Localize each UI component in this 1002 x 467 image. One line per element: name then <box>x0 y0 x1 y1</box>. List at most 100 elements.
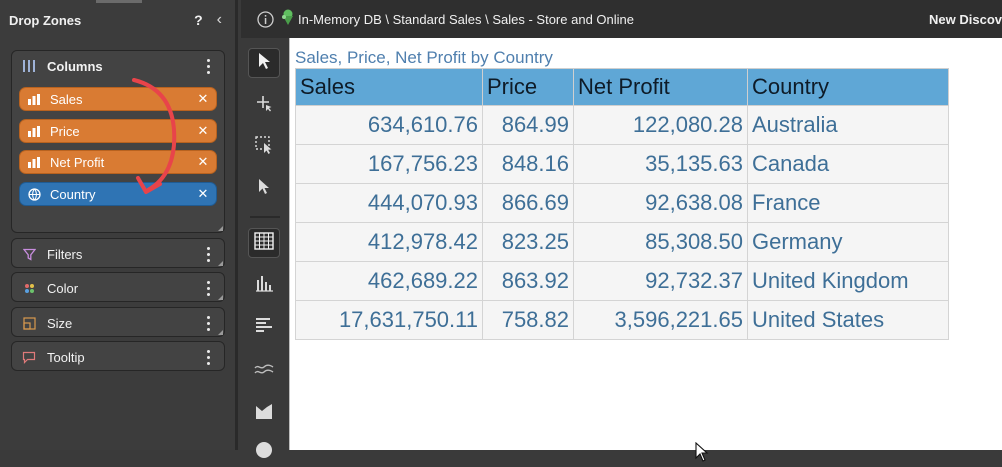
table-row[interactable]: 444,070.93 866.69 92,638.08 France <box>295 183 949 223</box>
data-model-icon <box>280 8 296 31</box>
resize-corner-icon <box>218 330 223 335</box>
columns-drop-zone[interactable]: Columns Sales ✕ Price ✕ Net Profit ✕ Cou… <box>11 50 225 233</box>
cell-country[interactable]: Germany <box>747 222 949 262</box>
grid-chart-icon <box>254 231 274 255</box>
bar-chart-button[interactable] <box>248 270 280 300</box>
column-header-country[interactable]: Country <box>747 68 949 106</box>
cell-net-profit[interactable]: 92,732.37 <box>573 261 748 301</box>
select-arrow-icon <box>257 52 271 75</box>
remove-sales-icon[interactable]: ✕ <box>196 91 210 107</box>
area-chart-button[interactable] <box>248 398 280 428</box>
pie-chart-icon <box>254 440 274 463</box>
visual-title[interactable]: Sales, Price, Net Profit by Country <box>295 48 553 68</box>
size-menu-button[interactable] <box>200 313 216 333</box>
table-row[interactable]: 634,610.76 864.99 122,080.28 Australia <box>295 105 949 145</box>
table-row[interactable]: 462,689.22 863.92 92,732.37 United Kingd… <box>295 261 949 301</box>
help-button[interactable]: ? <box>194 12 203 28</box>
data-grid-table[interactable]: Sales Price Net Profit Country 634,610.7… <box>295 68 949 340</box>
color-label: Color <box>47 280 79 296</box>
remove-country-icon[interactable]: ✕ <box>196 186 210 202</box>
panel-resize-handle[interactable] <box>96 0 142 3</box>
cell-sales[interactable]: 462,689.22 <box>295 261 483 301</box>
measure-bar-icon <box>27 124 41 138</box>
pointer-select-icon <box>256 178 272 201</box>
cell-price[interactable]: 866.69 <box>482 183 574 223</box>
cell-sales[interactable]: 634,610.76 <box>295 105 483 145</box>
cell-price[interactable]: 864.99 <box>482 105 574 145</box>
collapse-panel-icon[interactable]: ‹ <box>217 11 222 29</box>
color-drop-zone[interactable]: Color <box>11 272 225 302</box>
cell-price[interactable]: 848.16 <box>482 144 574 184</box>
pill-label: Country <box>50 186 96 202</box>
tooltip-label: Tooltip <box>47 349 85 365</box>
tooltip-drop-zone[interactable]: Tooltip <box>11 341 225 371</box>
cell-price[interactable]: 863.92 <box>482 261 574 301</box>
column-header-sales[interactable]: Sales <box>295 68 483 106</box>
column-pill-net-profit[interactable]: Net Profit ✕ <box>19 150 217 174</box>
discovery-title[interactable]: New Discov <box>929 12 1002 27</box>
cell-sales[interactable]: 412,978.42 <box>295 222 483 262</box>
data-source-breadcrumb[interactable]: In-Memory DB \ Standard Sales \ Sales - … <box>298 12 634 27</box>
columns-menu-button[interactable] <box>200 56 216 76</box>
cell-country[interactable]: United States <box>747 300 949 340</box>
filters-drop-zone[interactable]: Filters <box>11 238 225 268</box>
cell-price[interactable]: 823.25 <box>482 222 574 262</box>
cell-net-profit[interactable]: 35,135.63 <box>573 144 748 184</box>
columns-icon <box>20 58 38 74</box>
column-pill-country[interactable]: Country ✕ <box>19 182 217 206</box>
size-label: Size <box>47 315 73 331</box>
remove-net-profit-icon[interactable]: ✕ <box>196 154 210 170</box>
area-chart-icon <box>254 402 274 425</box>
bar-chart-icon <box>254 274 274 297</box>
drop-zones-header: Drop Zones ? ‹ <box>0 4 235 36</box>
size-header: Size <box>12 308 224 338</box>
table-row[interactable]: 17,631,750.11 758.82 3,596,221.65 United… <box>295 300 949 340</box>
drop-zones-title: Drop Zones <box>9 12 82 28</box>
drop-zones-panel: Drop Zones ? ‹ Columns Sales ✕ Price ✕ N… <box>0 0 238 450</box>
column-pill-sales[interactable]: Sales ✕ <box>19 87 217 111</box>
mouse-cursor-icon <box>695 441 709 467</box>
cell-net-profit[interactable]: 92,638.08 <box>573 183 748 223</box>
cell-net-profit[interactable]: 85,308.50 <box>573 222 748 262</box>
pointer-select-button[interactable] <box>248 174 280 204</box>
cell-price[interactable]: 758.82 <box>482 300 574 340</box>
filters-label: Filters <box>47 246 83 262</box>
cell-country[interactable]: Canada <box>747 144 949 184</box>
pie-chart-button[interactable] <box>248 436 280 466</box>
info-icon[interactable] <box>257 10 274 28</box>
toolbar-divider <box>250 216 280 218</box>
select-arrow-button[interactable] <box>248 48 280 78</box>
cell-net-profit[interactable]: 122,080.28 <box>573 105 748 145</box>
cell-country[interactable]: United Kingdom <box>747 261 949 301</box>
horizontal-bar-icon <box>254 316 274 339</box>
horizontal-bar-button[interactable] <box>248 312 280 342</box>
resize-box-icon <box>20 315 38 331</box>
table-header-row: Sales Price Net Profit Country <box>295 68 949 106</box>
remove-price-icon[interactable]: ✕ <box>196 123 210 139</box>
size-drop-zone[interactable]: Size <box>11 307 225 337</box>
cell-sales[interactable]: 167,756.23 <box>295 144 483 184</box>
filters-menu-button[interactable] <box>200 244 216 264</box>
cell-country[interactable]: France <box>747 183 949 223</box>
grid-chart-button[interactable] <box>248 228 280 258</box>
line-chart-button[interactable] <box>248 356 280 386</box>
tooltip-menu-button[interactable] <box>200 347 216 367</box>
column-header-net-profit[interactable]: Net Profit <box>573 68 748 106</box>
filters-header: Filters <box>12 239 224 269</box>
funnel-icon <box>20 246 38 262</box>
table-row[interactable]: 412,978.42 823.25 85,308.50 Germany <box>295 222 949 262</box>
cell-country[interactable]: Australia <box>747 105 949 145</box>
table-row[interactable]: 167,756.23 848.16 35,135.63 Canada <box>295 144 949 184</box>
move-crosshair-icon <box>255 94 273 117</box>
pill-label: Net Profit <box>50 154 105 170</box>
move-tool-button[interactable] <box>248 90 280 120</box>
visualization-canvas[interactable]: Sales, Price, Net Profit by Country Sale… <box>289 38 1002 462</box>
measure-bar-icon <box>27 92 41 106</box>
cell-net-profit[interactable]: 3,596,221.65 <box>573 300 748 340</box>
color-menu-button[interactable] <box>200 278 216 298</box>
cell-sales[interactable]: 444,070.93 <box>295 183 483 223</box>
marquee-select-button[interactable] <box>248 132 280 162</box>
cell-sales[interactable]: 17,631,750.11 <box>295 300 483 340</box>
column-pill-price[interactable]: Price ✕ <box>19 119 217 143</box>
column-header-price[interactable]: Price <box>482 68 574 106</box>
